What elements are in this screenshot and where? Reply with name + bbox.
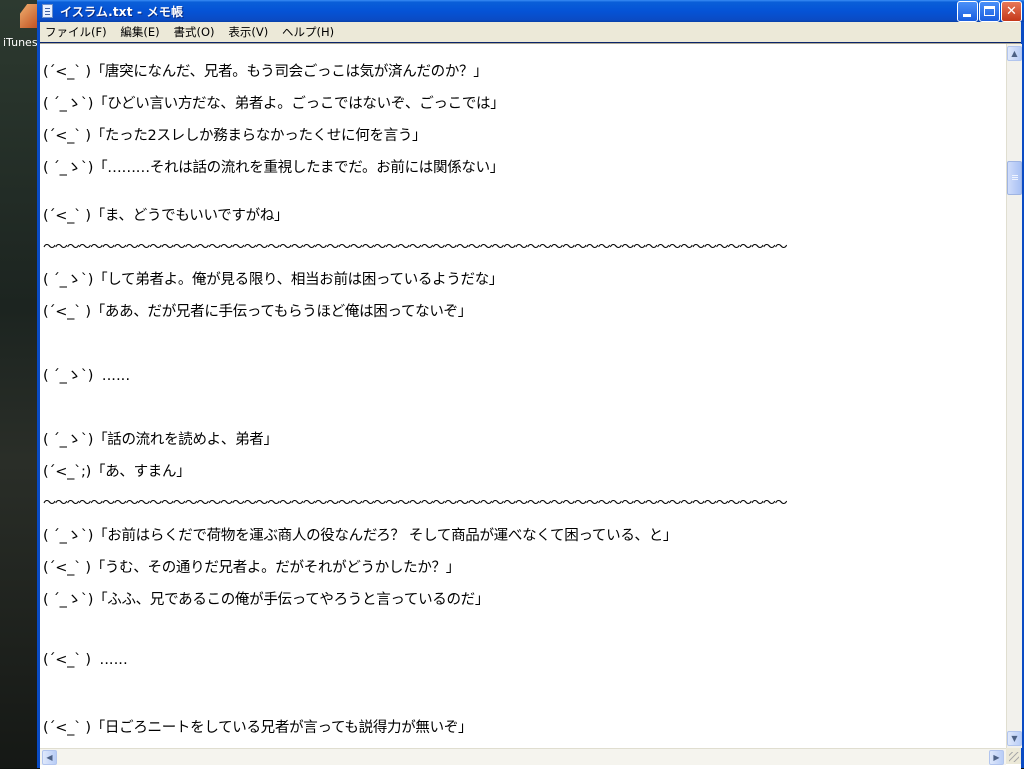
menu-format[interactable]: 書式(O): [169, 22, 220, 42]
scroll-down-button[interactable]: ▼: [1007, 731, 1022, 746]
vertical-scrollbar[interactable]: ▲ ▼: [1006, 44, 1022, 748]
separator-line: 〜〜〜〜〜〜〜〜〜〜〜〜〜〜〜〜〜〜〜〜〜〜〜〜〜〜〜〜〜〜〜〜〜〜〜〜〜〜〜〜…: [43, 496, 788, 511]
maximize-button[interactable]: [979, 1, 1000, 22]
text-line: ( ´_ゝ`)「お前はらくだで荷物を運ぶ商人の役なんだろ？ そして商品が運べなく…: [43, 528, 678, 544]
minimize-button[interactable]: [957, 1, 978, 22]
text-line: ( ´_ゝ`)「ふふ、兄であるこの俺が手伝ってやろうと言っているのだ」: [43, 592, 490, 608]
itunes-desktop-icon[interactable]: [20, 4, 38, 28]
text-line: ( ´_ゝ`)「ひどい言い方だな、弟者よ。ごっこではないぞ、ごっこでは」: [43, 96, 505, 112]
text-line: (´<_` ) ‥‥‥: [43, 652, 128, 668]
itunes-desktop-label[interactable]: iTunes: [3, 36, 40, 49]
menu-help[interactable]: ヘルプ(H): [277, 22, 339, 42]
menu-file[interactable]: ファイル(F): [40, 22, 112, 42]
text-editor[interactable]: (´<_` )「唐突になんだ、兄者。もう司会ごっこは気が済んだのか？」 ( ´_…: [40, 43, 1022, 769]
horizontal-scrollbar[interactable]: ◀ ▶: [40, 748, 1006, 765]
separator-line: 〜〜〜〜〜〜〜〜〜〜〜〜〜〜〜〜〜〜〜〜〜〜〜〜〜〜〜〜〜〜〜〜〜〜〜〜〜〜〜〜…: [43, 240, 788, 255]
desktop-background: iTunes: [0, 0, 40, 768]
vertical-scroll-thumb[interactable]: [1007, 161, 1022, 195]
menu-bar: ファイル(F) 編集(E) 書式(O) 表示(V) ヘルプ(H): [40, 22, 1021, 42]
scroll-right-button[interactable]: ▶: [989, 750, 1004, 765]
notepad-window: イスラム.txt - メモ帳 ✕ ファイル(F) 編集(E) 書式(O) 表示(…: [37, 0, 1024, 769]
menu-edit[interactable]: 編集(E): [115, 22, 164, 42]
window-title: イスラム.txt - メモ帳: [60, 5, 184, 19]
text-area[interactable]: (´<_` )「唐突になんだ、兄者。もう司会ごっこは気が済んだのか？」 ( ´_…: [40, 44, 1006, 748]
title-bar[interactable]: イスラム.txt - メモ帳 ✕: [37, 0, 1024, 22]
text-line: ( ´_ゝ`)「して弟者よ。俺が見る限り、相当お前は困っているようだな」: [43, 272, 504, 288]
scroll-left-button[interactable]: ◀: [42, 750, 57, 765]
text-line: ( ´_ゝ`) ‥‥‥: [43, 368, 130, 384]
text-line: (´<_` )「うむ、その通りだ兄者よ。だがそれがどうかしたか？」: [43, 560, 460, 576]
text-line: ( ´_ゝ`)「………それは話の流れを重視したまでだ。お前には関係ない」: [43, 160, 505, 176]
text-line: ( ´_ゝ`)「話の流れを読めよ、弟者」: [43, 432, 278, 448]
resize-grip-icon[interactable]: [1006, 748, 1021, 764]
notepad-icon[interactable]: [42, 4, 53, 18]
text-line: (´<_`;)「あ、すまん」: [43, 464, 191, 480]
text-line: (´<_` )「唐突になんだ、兄者。もう司会ごっこは気が済んだのか？」: [43, 64, 488, 80]
text-line: (´<_` )「日ごろニートをしている兄者が言っても説得力が無いぞ」: [43, 720, 473, 736]
menu-view[interactable]: 表示(V): [223, 22, 273, 42]
text-line: (´<_` )「ま、どうでもいいですがね」: [43, 208, 289, 224]
maximize-icon: [984, 6, 995, 16]
scroll-up-button[interactable]: ▲: [1007, 46, 1022, 61]
close-button[interactable]: ✕: [1001, 1, 1022, 22]
text-line: (´<_` )「たった2スレしか務まらなかったくせに何を言う」: [43, 128, 427, 144]
minimize-icon: [963, 14, 971, 17]
text-line: (´<_` )「ああ、だが兄者に手伝ってもらうほど俺は困ってないぞ」: [43, 304, 472, 320]
